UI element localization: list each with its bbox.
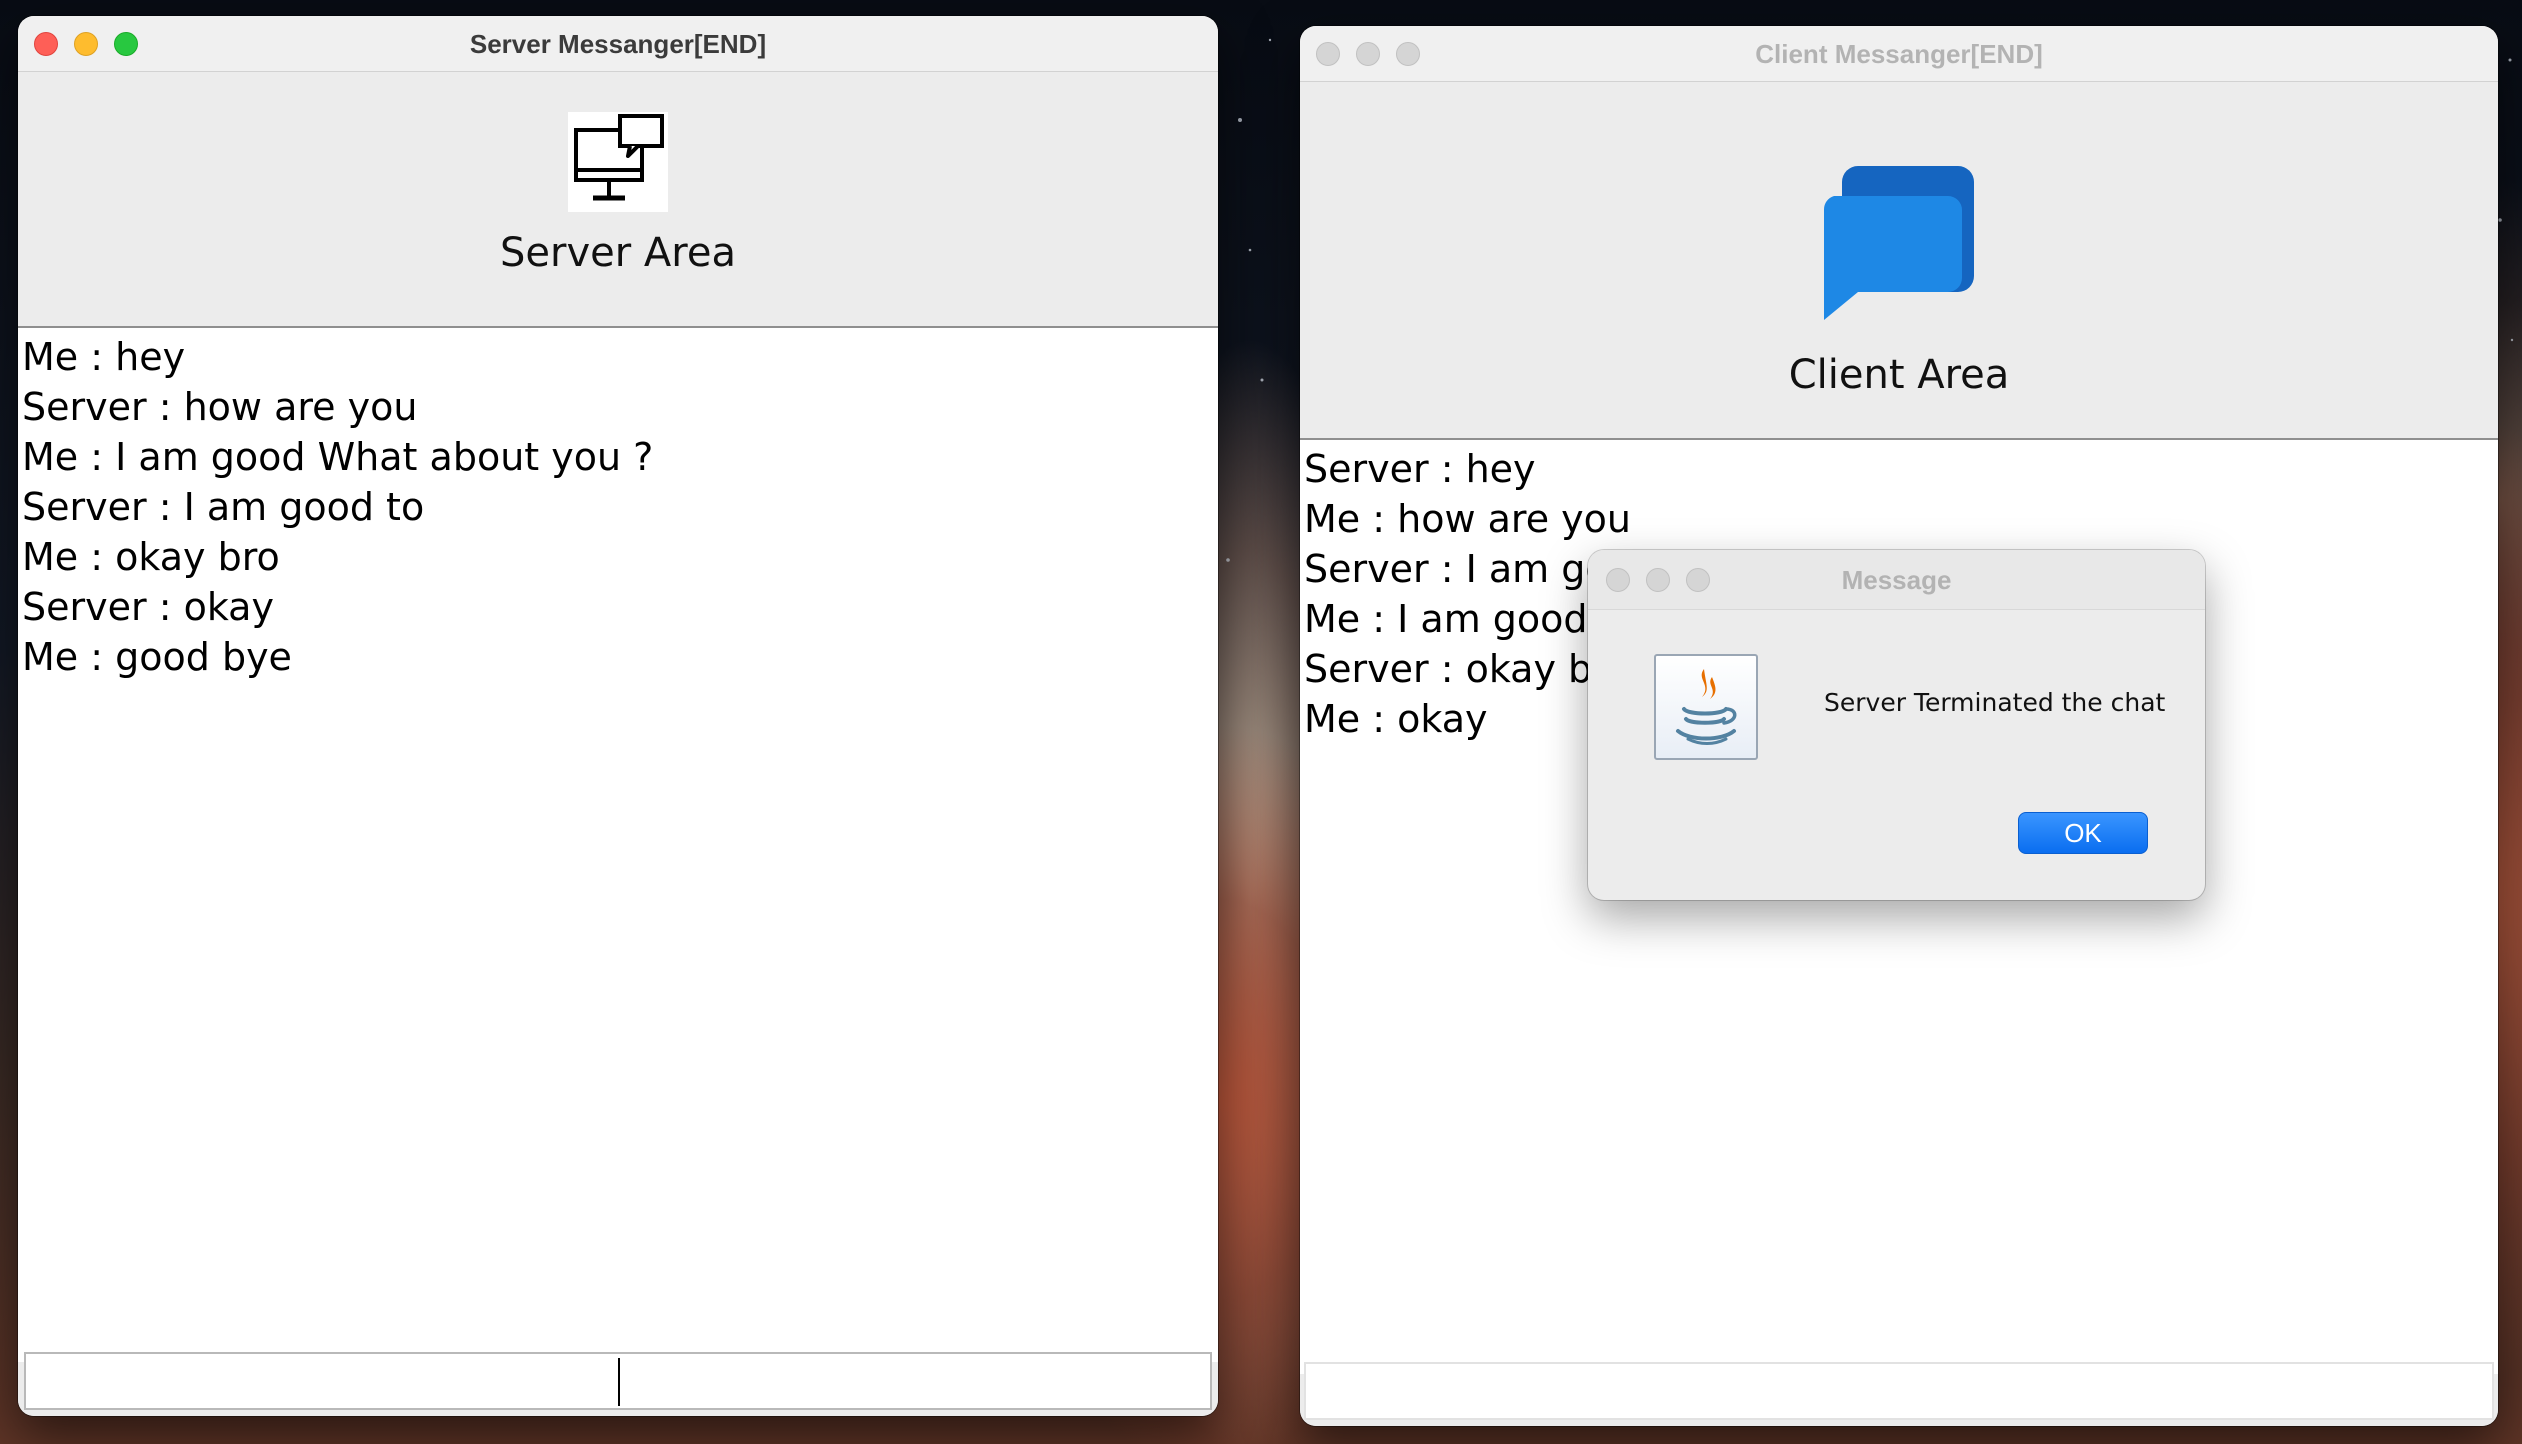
message-dialog: Message Server Terminated the chat OK (1588, 550, 2205, 900)
chat-message: Me : okay bro (22, 535, 280, 579)
chat-message: Server : hey (1304, 447, 1536, 491)
dialog-titlebar[interactable]: Message (1588, 550, 2205, 610)
window-title: Server Messanger[END] (469, 29, 767, 59)
server-window: Server Messanger[END] Server Area Me : h… (18, 16, 1218, 1416)
window-title: Client Messanger[END] (1755, 39, 2043, 69)
client-titlebar[interactable]: Client Messanger[END] (1300, 26, 2498, 82)
area-label: Client Area (1788, 352, 2010, 398)
area-label: Server Area (500, 230, 736, 276)
server-titlebar[interactable]: Server Messanger[END] (18, 16, 1218, 72)
java-icon (1654, 654, 1758, 760)
chat-history[interactable]: Me : hey Server : how are you Me : I am … (18, 328, 1218, 1362)
chat-message: Server : okay (22, 585, 274, 629)
message-input[interactable] (1304, 1362, 2494, 1420)
server-header: Server Area (18, 72, 1218, 328)
chat-message: Me : hey (22, 335, 186, 379)
chat-message: Me : I am good What about you ? (22, 435, 654, 479)
text-caret (618, 1358, 620, 1406)
client-header: Client Area (1300, 82, 2498, 440)
dialog-title: Message (1841, 565, 1952, 595)
chat-message: Me : how are you (1304, 497, 1631, 541)
chat-message: Server : I am good to (22, 485, 425, 529)
chat-message: Me : good bye (22, 635, 292, 679)
message-input[interactable] (24, 1352, 1212, 1410)
desktop-chat-icon (568, 112, 668, 212)
chat-bubbles-icon (1818, 166, 1984, 326)
ok-button[interactable]: OK (2018, 812, 2148, 854)
dialog-message: Server Terminated the chat (1824, 688, 2166, 717)
chat-message: Server : how are you (22, 385, 418, 429)
